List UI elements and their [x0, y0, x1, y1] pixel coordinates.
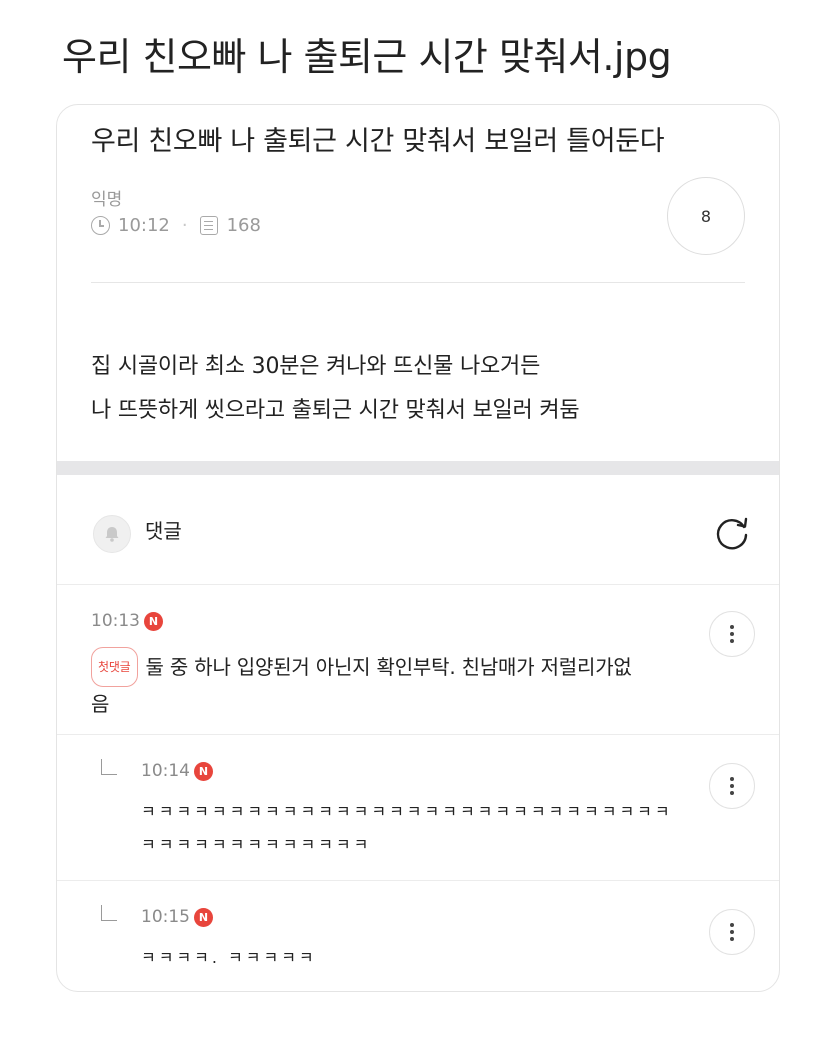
comment-text: ㅋㅋㅋㅋㅋㅋㅋㅋㅋㅋㅋㅋㅋㅋㅋㅋㅋㅋㅋㅋㅋㅋㅋㅋㅋㅋㅋㅋㅋㅋ ㅋㅋㅋㅋㅋㅋㅋㅋㅋ… — [141, 795, 673, 861]
comment-text: ㅋㅋㅋㅋ. ㅋㅋㅋㅋㅋ — [141, 941, 317, 974]
divider — [91, 282, 745, 283]
section-separator — [57, 461, 779, 475]
post-title: 우리 친오빠 나 출퇴근 시간 맞춰서 보일러 틀어둔다 — [91, 126, 665, 157]
comment-text-line: 음 — [91, 692, 110, 716]
comment-time: 10:15 — [141, 907, 190, 927]
comment-text-line: 둘 중 하나 입양된거 아닌지 확인부탁. 친남매가 저럴리가없 — [145, 655, 632, 679]
comment-item: 10:13 N 첫댓글 둘 중 하나 입양된거 아닌지 확인부탁. 친남매가 저럴… — [57, 585, 779, 735]
comment-time: 10:14 — [141, 761, 190, 781]
comment-time: 10:13 — [91, 611, 140, 631]
comment-text: 첫댓글 둘 중 하나 입양된거 아닌지 확인부탁. 친남매가 저럴리가없 음 — [91, 647, 632, 721]
more-vertical-icon — [730, 632, 734, 636]
more-vertical-icon — [730, 784, 734, 788]
comment-time-row: 10:14 N — [141, 761, 213, 781]
post-body-line: 나 뜨뜻하게 씻으라고 출퇴근 시간 맞춰서 보일러 켜둠 — [91, 398, 580, 423]
more-options-button[interactable] — [709, 611, 755, 657]
more-options-button[interactable] — [709, 763, 755, 809]
comment-text-line: ㅋㅋㅋㅋㅋㅋㅋㅋㅋㅋㅋㅋㅋ — [141, 835, 372, 854]
post-time: 10:12 — [118, 215, 170, 236]
like-count: 8 — [700, 206, 712, 226]
comments-header: 댓글 — [57, 475, 779, 585]
bell-icon[interactable] — [93, 515, 131, 553]
new-badge: N — [144, 611, 163, 631]
page-title: 우리 친오빠 나 출퇴근 시간 맞춰서.jpg — [62, 35, 672, 79]
comment-time-row: 10:13 N — [91, 611, 163, 631]
first-comment-badge: 첫댓글 — [91, 647, 138, 687]
refresh-icon[interactable] — [711, 513, 753, 555]
more-vertical-icon — [730, 930, 734, 934]
post-card: 우리 친오빠 나 출퇴근 시간 맞춰서 보일러 틀어둔다 익명 10:12 · … — [56, 104, 780, 992]
comment-time-row: 10:15 N — [141, 907, 213, 927]
comment-text-line: ㅋㅋㅋㅋ. ㅋㅋㅋㅋㅋ — [141, 948, 317, 967]
more-options-button[interactable] — [709, 909, 755, 955]
post-meta: 10:12 · 168 — [91, 215, 261, 236]
comment-text-line: ㅋㅋㅋㅋㅋㅋㅋㅋㅋㅋㅋㅋㅋㅋㅋㅋㅋㅋㅋㅋㅋㅋㅋㅋㅋㅋㅋㅋㅋㅋ — [141, 802, 673, 821]
post-views: 168 — [226, 215, 261, 236]
reply-item: 10:15 N ㅋㅋㅋㅋ. ㅋㅋㅋㅋㅋ — [57, 881, 779, 991]
document-icon — [199, 216, 218, 235]
like-button[interactable]: 8 — [667, 177, 745, 255]
post-author: 익명 — [91, 190, 123, 210]
reply-arrow-icon — [101, 759, 117, 775]
post-body: 집 시골이라 최소 30분은 켜나와 뜨신물 나오거든 나 뜨뜻하게 씻으라고 … — [91, 345, 580, 433]
clock-icon — [91, 216, 110, 235]
reply-item: 10:14 N ㅋㅋㅋㅋㅋㅋㅋㅋㅋㅋㅋㅋㅋㅋㅋㅋㅋㅋㅋㅋㅋㅋㅋㅋㅋㅋㅋㅋㅋㅋ ㅋ… — [57, 735, 779, 881]
meta-separator: · — [181, 215, 188, 236]
reply-arrow-icon — [101, 905, 117, 921]
post-body-line: 집 시골이라 최소 30분은 켜나와 뜨신물 나오거든 — [91, 354, 541, 379]
new-badge: N — [194, 761, 213, 781]
comments-label: 댓글 — [145, 519, 182, 543]
new-badge: N — [194, 907, 213, 927]
